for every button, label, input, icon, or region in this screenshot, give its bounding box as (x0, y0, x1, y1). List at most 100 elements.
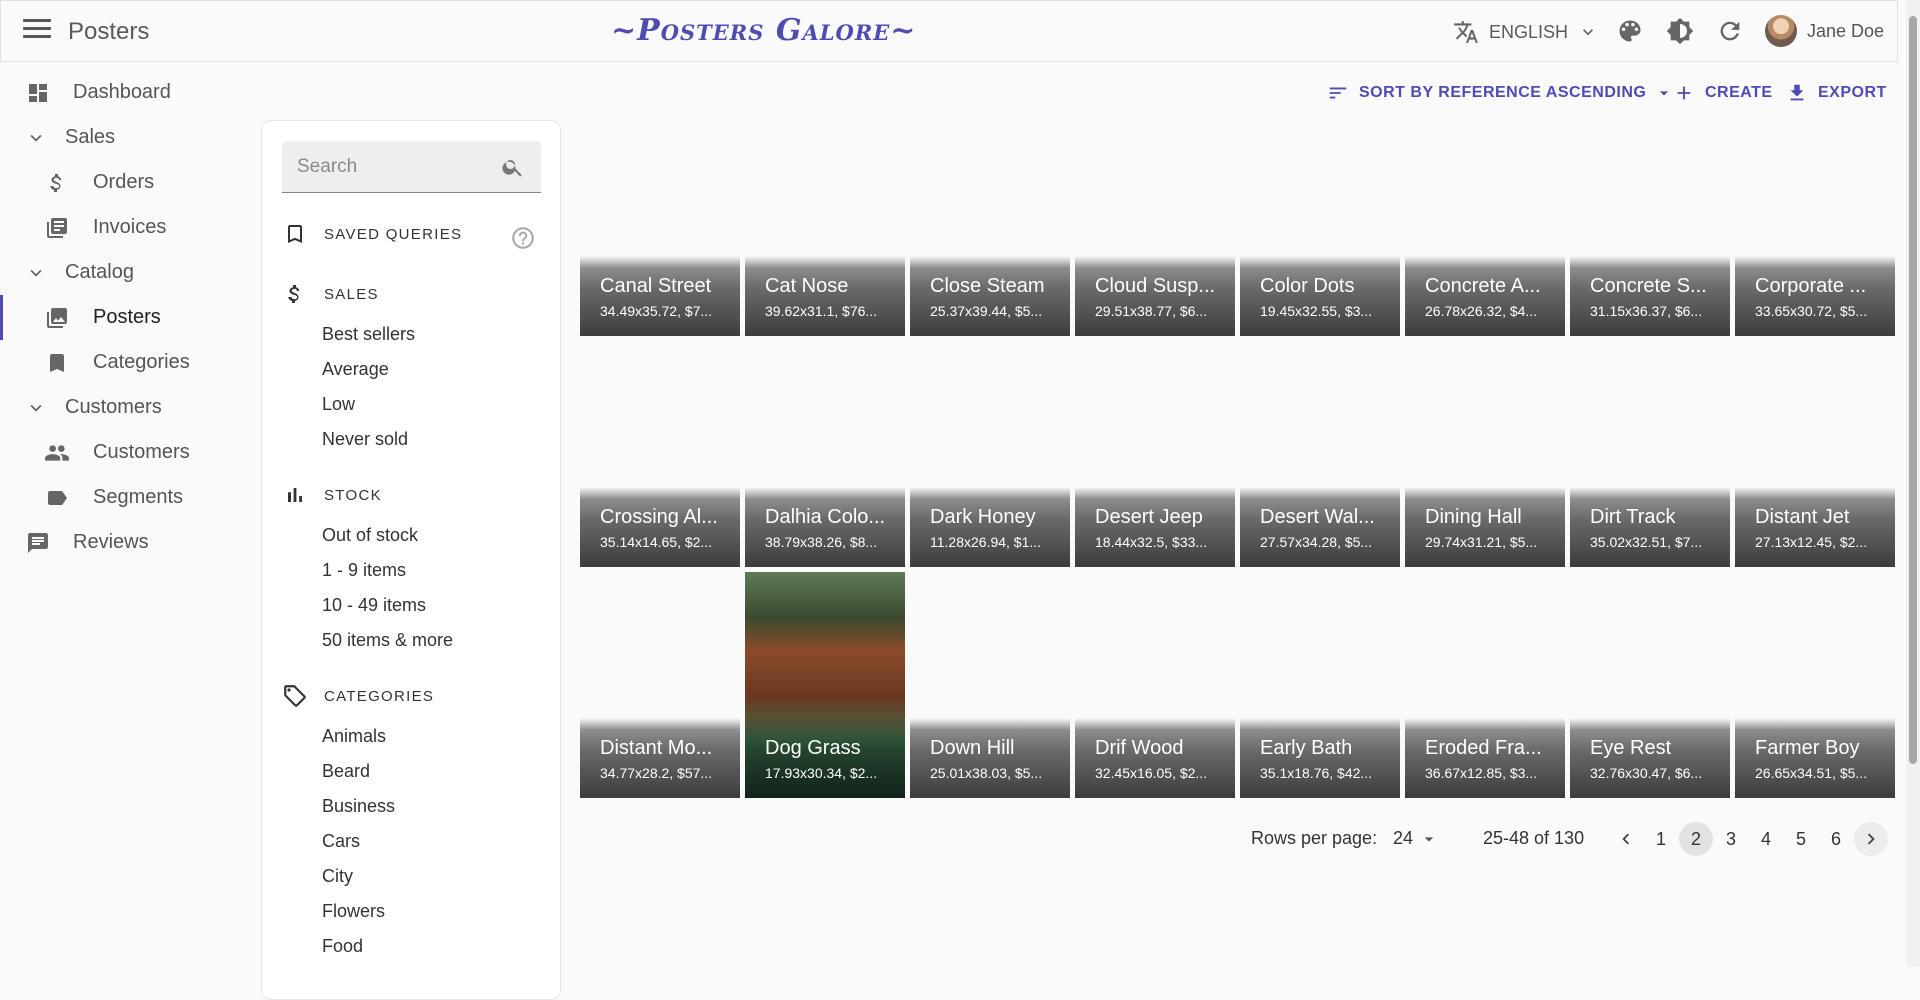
page-6-button[interactable]: 6 (1819, 822, 1853, 856)
sidebar-item-orders[interactable]: Orders (0, 160, 250, 205)
search-input[interactable] (297, 153, 487, 181)
caret-down-icon (1424, 836, 1434, 841)
bar-chart-icon (282, 482, 308, 508)
poster-details: 35.14x14.65, $2... (600, 534, 713, 550)
poster-tile[interactable]: Corporate ... 33.65x30.72, $5... (1735, 110, 1895, 336)
rows-per-page-select[interactable]: 24 (1393, 828, 1439, 849)
poster-tile[interactable]: Eroded Fra... 36.67x12.85, $3... (1405, 572, 1565, 798)
poster-details: 19.45x32.55, $3... (1260, 303, 1373, 319)
sales-filter-header: SALES (282, 281, 379, 307)
user-menu[interactable]: Jane Doe (1765, 15, 1884, 47)
help-icon[interactable] (510, 225, 536, 251)
plus-icon (1677, 86, 1691, 100)
filter-best-sellers[interactable]: Best sellers (322, 324, 415, 345)
sidebar-item-reviews[interactable]: Reviews (0, 520, 250, 565)
page-4-button[interactable]: 4 (1749, 822, 1783, 856)
poster-details: 39.62x31.1, $76... (765, 303, 878, 319)
poster-tile[interactable]: Concrete A... 26.78x26.32, $4... (1405, 110, 1565, 336)
poster-details: 29.51x38.77, $6... (1095, 303, 1208, 319)
scrollbar-thumb[interactable] (1909, 16, 1917, 764)
brightness-icon[interactable] (1666, 17, 1696, 47)
poster-tile[interactable]: Dining Hall 29.74x31.21, $5... (1405, 341, 1565, 567)
sidebar-item-dashboard[interactable]: Dashboard (0, 70, 250, 115)
filter-business[interactable]: Business (322, 796, 395, 817)
chevron-down-icon (23, 260, 49, 286)
menu-icon[interactable] (23, 19, 51, 43)
invoices-icon (44, 215, 70, 241)
poster-tile[interactable]: Desert Wal... 27.57x34.28, $5... (1240, 341, 1400, 567)
filter-average[interactable]: Average (322, 359, 389, 380)
page-5-button[interactable]: 5 (1784, 822, 1818, 856)
filter-flowers[interactable]: Flowers (322, 901, 385, 922)
rows-per-page-value: 24 (1393, 828, 1414, 848)
sort-button[interactable]: SORT BY REFERENCE ASCENDING (1327, 82, 1674, 104)
poster-tile[interactable]: Eye Rest 32.76x30.47, $6... (1570, 572, 1730, 798)
filter-1-9-items[interactable]: 1 - 9 items (322, 560, 406, 581)
filter-food[interactable]: Food (322, 936, 363, 957)
page-2-button[interactable]: 2 (1679, 822, 1713, 856)
poster-tile[interactable]: Farmer Boy 26.65x34.51, $5... (1735, 572, 1895, 798)
language-selector[interactable]: ENGLISH (1453, 19, 1598, 45)
sidebar-group-sales[interactable]: Sales (0, 115, 250, 160)
filter-cars[interactable]: Cars (322, 831, 360, 852)
poster-tile[interactable]: Down Hill 25.01x38.03, $5... (910, 572, 1070, 798)
poster-tile[interactable]: Cat Nose 39.62x31.1, $76... (745, 110, 905, 336)
poster-title: Distant Jet (1755, 506, 1850, 528)
prev-page-button[interactable] (1609, 822, 1643, 856)
poster-tile[interactable]: Crossing Al... 35.14x14.65, $2... (580, 341, 740, 567)
search-field[interactable] (282, 141, 541, 193)
create-button[interactable]: CREATE (1673, 82, 1773, 104)
poster-title: Cloud Susp... (1095, 275, 1216, 297)
poster-title: Corporate ... (1755, 275, 1867, 297)
refresh-icon[interactable] (1716, 17, 1746, 47)
next-page-button[interactable] (1854, 822, 1888, 856)
sidebar-item-categories[interactable]: Categories (0, 340, 250, 385)
poster-tile[interactable]: Concrete S... 31.15x36.37, $6... (1570, 110, 1730, 336)
page-1-button[interactable]: 1 (1644, 822, 1678, 856)
poster-details: 38.79x38.26, $8... (765, 534, 878, 550)
filter-50-plus-items[interactable]: 50 items & more (322, 630, 453, 651)
poster-details: 33.65x30.72, $5... (1755, 303, 1868, 319)
poster-title: Dining Hall (1425, 506, 1522, 528)
sidebar-item-invoices[interactable]: Invoices (0, 205, 250, 250)
sidebar-item-segments[interactable]: Segments (0, 475, 250, 520)
poster-tile[interactable]: Distant Mo... 34.77x28.2, $57... (580, 572, 740, 798)
saved-queries-header: SAVED QUERIES (282, 221, 462, 247)
filter-10-49-items[interactable]: 10 - 49 items (322, 595, 426, 616)
poster-tile[interactable]: Color Dots 19.45x32.55, $3... (1240, 110, 1400, 336)
palette-icon[interactable] (1616, 17, 1646, 47)
language-label: ENGLISH (1489, 21, 1569, 42)
filter-city[interactable]: City (322, 866, 353, 887)
poster-tile[interactable]: Dalhia Colo... 38.79x38.26, $8... (745, 341, 905, 567)
search-icon (502, 160, 522, 177)
poster-title: Crossing Al... (600, 506, 718, 528)
filter-low[interactable]: Low (322, 394, 355, 415)
page-title: Posters (68, 18, 150, 45)
sort-label: SORT BY REFERENCE ASCENDING (1359, 84, 1647, 101)
poster-tile[interactable]: Cloud Susp... 29.51x38.77, $6... (1075, 110, 1235, 336)
poster-tile[interactable]: Dirt Track 35.02x32.51, $7... (1570, 341, 1730, 567)
poster-tile[interactable]: Distant Jet 27.13x12.45, $2... (1735, 341, 1895, 567)
page-scrollbar[interactable] (1906, 0, 1920, 967)
sidebar-group-customers[interactable]: Customers (0, 385, 250, 430)
poster-title: Eroded Fra... (1425, 737, 1542, 759)
poster-tile[interactable]: Early Bath 35.1x18.76, $42... (1240, 572, 1400, 798)
poster-tile[interactable]: Dog Grass 17.93x30.34, $2... (745, 572, 905, 798)
poster-tile[interactable]: Desert Jeep 18.44x32.5, $33... (1075, 341, 1235, 567)
page-3-button[interactable]: 3 (1714, 822, 1748, 856)
filter-never-sold[interactable]: Never sold (322, 429, 408, 450)
poster-tile[interactable]: Canal Street 34.49x35.72, $7... (580, 110, 740, 336)
poster-title: Eye Rest (1590, 737, 1672, 759)
poster-tile[interactable]: Close Steam 25.37x39.44, $5... (910, 110, 1070, 336)
filter-animals[interactable]: Animals (322, 726, 386, 747)
sidebar-group-catalog[interactable]: Catalog (0, 250, 250, 295)
poster-details: 26.65x34.51, $5... (1755, 765, 1868, 781)
filter-out-of-stock[interactable]: Out of stock (322, 525, 418, 546)
poster-tile[interactable]: Drif Wood 32.45x16.05, $2... (1075, 572, 1235, 798)
filter-beard[interactable]: Beard (322, 761, 370, 782)
sidebar-item-posters[interactable]: Posters (0, 295, 250, 340)
poster-tile[interactable]: Dark Honey 11.28x26.94, $1... (910, 341, 1070, 567)
export-button[interactable]: EXPORT (1786, 82, 1887, 104)
sidebar-item-customers[interactable]: Customers (0, 430, 250, 475)
poster-title: Farmer Boy (1755, 737, 1860, 759)
